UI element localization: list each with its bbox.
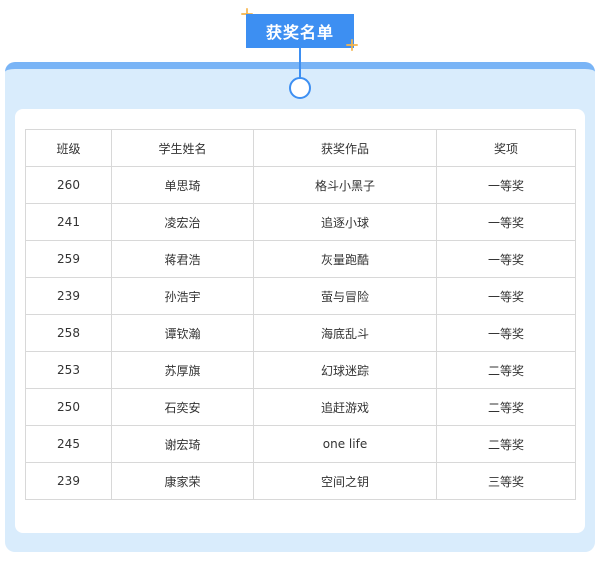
cell-award: 二等奖 — [436, 425, 576, 463]
cell-award: 一等奖 — [436, 277, 576, 315]
cell-student-name: 石奕安 — [111, 388, 254, 426]
table-row: 241 凌宏治 追逐小球 一等奖 — [25, 203, 576, 241]
page: 获奖名单 班级 学生姓名 获奖作品 奖项 260 单思琦 格斗小黑子 一等奖 2 — [0, 0, 605, 561]
cell-work: 追赶游戏 — [253, 388, 437, 426]
cell-award: 三等奖 — [436, 462, 576, 500]
table-row: 260 单思琦 格斗小黑子 一等奖 — [25, 166, 576, 204]
cell-class: 250 — [25, 388, 112, 426]
connector-ring-icon — [289, 77, 311, 99]
cell-class: 245 — [25, 425, 112, 463]
cell-class: 239 — [25, 277, 112, 315]
cell-class: 260 — [25, 166, 112, 204]
table-header-row: 班级 学生姓名 获奖作品 奖项 — [25, 129, 576, 167]
cell-work: one life — [253, 425, 437, 463]
cell-student-name: 孙浩宇 — [111, 277, 254, 315]
cell-work: 灰量跑酷 — [253, 240, 437, 278]
cell-award: 二等奖 — [436, 388, 576, 426]
header-work: 获奖作品 — [253, 129, 437, 167]
cell-work: 海底乱斗 — [253, 314, 437, 352]
table-row: 253 苏厚旗 幻球迷踪 二等奖 — [25, 351, 576, 389]
cell-award: 一等奖 — [436, 203, 576, 241]
cell-work: 格斗小黑子 — [253, 166, 437, 204]
cell-work: 萤与冒险 — [253, 277, 437, 315]
cell-class: 253 — [25, 351, 112, 389]
table-row: 239 孙浩宇 萤与冒险 一等奖 — [25, 277, 576, 315]
cell-class: 241 — [25, 203, 112, 241]
connector-line — [299, 48, 301, 78]
cell-work: 空间之钥 — [253, 462, 437, 500]
cell-class: 239 — [25, 462, 112, 500]
cell-student-name: 谭钦瀚 — [111, 314, 254, 352]
table-row: 259 蒋君浩 灰量跑酷 一等奖 — [25, 240, 576, 278]
cell-student-name: 单思琦 — [111, 166, 254, 204]
header-class: 班级 — [25, 129, 112, 167]
cell-class: 259 — [25, 240, 112, 278]
table-row: 258 谭钦瀚 海底乱斗 一等奖 — [25, 314, 576, 352]
cell-student-name: 谢宏琦 — [111, 425, 254, 463]
cell-award: 一等奖 — [436, 166, 576, 204]
cell-work: 追逐小球 — [253, 203, 437, 241]
cell-student-name: 凌宏治 — [111, 203, 254, 241]
table-row: 239 康家荣 空间之钥 三等奖 — [25, 462, 576, 500]
cell-award: 一等奖 — [436, 240, 576, 278]
cell-award: 二等奖 — [436, 351, 576, 389]
table-row: 250 石奕安 追赶游戏 二等奖 — [25, 388, 576, 426]
cell-work: 幻球迷踪 — [253, 351, 437, 389]
table-row: 245 谢宏琦 one life 二等奖 — [25, 425, 576, 463]
award-table: 班级 学生姓名 获奖作品 奖项 260 单思琦 格斗小黑子 一等奖 241 凌宏… — [25, 129, 576, 500]
cell-student-name: 苏厚旗 — [111, 351, 254, 389]
cell-award: 一等奖 — [436, 314, 576, 352]
cell-class: 258 — [25, 314, 112, 352]
sparkle-icon — [346, 39, 358, 51]
page-title: 获奖名单 — [246, 14, 354, 48]
header-award: 奖项 — [436, 129, 576, 167]
cell-student-name: 蒋君浩 — [111, 240, 254, 278]
cell-student-name: 康家荣 — [111, 462, 254, 500]
header-student-name: 学生姓名 — [111, 129, 254, 167]
